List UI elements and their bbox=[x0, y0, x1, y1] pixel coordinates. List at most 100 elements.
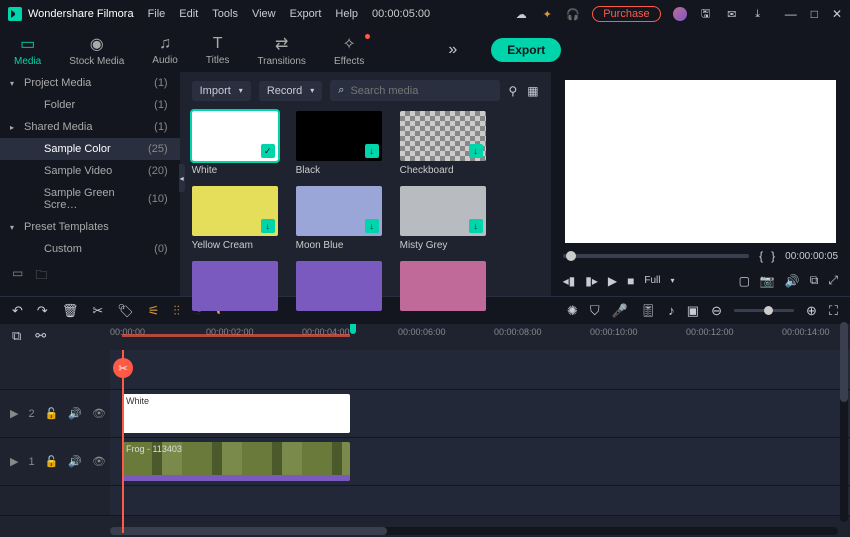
fullscreen-icon[interactable]: ⤢ bbox=[828, 273, 838, 288]
mute-icon[interactable]: 🔊 bbox=[68, 455, 82, 468]
minimize-button[interactable]: — bbox=[785, 7, 797, 21]
playhead[interactable]: ✂ bbox=[122, 350, 124, 533]
expand-tabs-button[interactable]: » bbox=[448, 41, 457, 59]
lock-icon[interactable]: 🔓 bbox=[45, 407, 59, 420]
track-video-icon[interactable]: ▶ bbox=[10, 455, 18, 468]
sidebar-item[interactable]: Sample Video(20) bbox=[0, 160, 180, 182]
snapshot-icon[interactable]: 📷 bbox=[760, 274, 775, 288]
undo-button[interactable]: ↶ bbox=[12, 303, 23, 319]
audio-wave-icon[interactable]: ⫶⫶ bbox=[173, 303, 180, 319]
folder-icon[interactable]: 🗀 bbox=[35, 266, 47, 287]
zoom-in-button[interactable]: ⊕ bbox=[806, 303, 817, 319]
import-dropdown[interactable]: Import▾ bbox=[192, 81, 251, 101]
prev-frame-button[interactable]: ◂▮ bbox=[563, 274, 576, 288]
tab-audio[interactable]: ♫Audio bbox=[148, 33, 182, 68]
menu-edit[interactable]: Edit bbox=[179, 8, 198, 20]
menu-tools[interactable]: Tools bbox=[212, 8, 238, 20]
filter-icon[interactable]: ⚲ bbox=[508, 84, 517, 98]
record-dropdown[interactable]: Record▾ bbox=[259, 81, 322, 101]
purchase-button[interactable]: Purchase bbox=[592, 6, 660, 22]
media-thumb[interactable]: ✓White bbox=[192, 111, 278, 176]
media-thumb[interactable]: ↓Moon Blue bbox=[296, 186, 382, 251]
media-thumb[interactable] bbox=[296, 261, 382, 315]
cut-button[interactable]: ✂ bbox=[92, 303, 103, 319]
play-button[interactable]: ▶ bbox=[608, 274, 617, 288]
sidebar-item[interactable]: ▸Shared Media(1) bbox=[0, 116, 180, 138]
clip-frog[interactable]: Frog - 113403 bbox=[122, 442, 350, 481]
cloud-icon[interactable]: ☁ bbox=[514, 7, 528, 21]
sidebar-item[interactable]: Sample Color(25) bbox=[0, 138, 180, 160]
visibility-icon[interactable]: 👁 bbox=[92, 407, 106, 420]
search-field[interactable]: ⌕ bbox=[330, 80, 500, 101]
adjust-icon[interactable]: ⚟ bbox=[148, 303, 160, 319]
sidebar-item[interactable]: Folder(1) bbox=[0, 94, 180, 116]
preview-seek-slider[interactable] bbox=[563, 254, 750, 258]
render-icon[interactable]: ✺ bbox=[567, 303, 578, 319]
marker-icon[interactable]: ▣ bbox=[687, 303, 699, 319]
tag-button[interactable]: 🏷 bbox=[117, 303, 134, 319]
download-icon[interactable]: ⤓ bbox=[751, 7, 765, 21]
track-video-icon[interactable]: ▶ bbox=[10, 407, 18, 420]
sidebar-item[interactable]: ▾Project Media(1) bbox=[0, 72, 180, 94]
sidebar-collapse-handle[interactable]: ◂ bbox=[179, 164, 185, 192]
tab-titles[interactable]: TTitles bbox=[202, 33, 234, 68]
zoom-fit-button[interactable]: ⛶ bbox=[829, 303, 838, 319]
new-folder-icon[interactable]: ▭ bbox=[12, 266, 23, 287]
shield-icon[interactable]: ⛉ bbox=[590, 303, 600, 319]
media-thumb[interactable]: ↓Checkboard bbox=[400, 111, 486, 176]
lock-icon[interactable]: 🔓 bbox=[45, 455, 59, 468]
menu-view[interactable]: View bbox=[252, 8, 276, 20]
mixer-icon[interactable]: 🎚 bbox=[640, 303, 657, 319]
preview-canvas[interactable] bbox=[565, 80, 836, 243]
pip-icon[interactable]: ⧉ bbox=[810, 273, 819, 288]
volume-icon[interactable]: 🔊 bbox=[785, 274, 800, 288]
quality-label[interactable]: Full bbox=[644, 275, 660, 286]
sidebar-item[interactable]: Custom(0) bbox=[0, 238, 180, 260]
scissor-icon[interactable]: ✂ bbox=[113, 358, 133, 378]
tab-effects[interactable]: ✧Effects bbox=[330, 32, 368, 69]
tab-stock-media[interactable]: ◉Stock Media bbox=[65, 32, 128, 69]
step-back-button[interactable]: ▮▸ bbox=[585, 274, 598, 288]
sidebar-item[interactable]: Sample Green Scre…(10) bbox=[0, 182, 180, 216]
redo-button[interactable]: ↷ bbox=[37, 303, 48, 319]
range-end-handle[interactable] bbox=[350, 324, 356, 334]
media-thumb[interactable]: ↓Misty Grey bbox=[400, 186, 486, 251]
headset-icon[interactable]: 🎧 bbox=[566, 7, 580, 21]
chain-icon[interactable]: ⚯ bbox=[35, 328, 46, 344]
sidebar-item[interactable]: ▾Preset Templates bbox=[0, 216, 180, 238]
zoom-out-button[interactable]: ⊖ bbox=[711, 303, 722, 319]
tab-transitions[interactable]: ⇄Transitions bbox=[253, 32, 310, 69]
stop-button[interactable]: ■ bbox=[627, 274, 634, 288]
maximize-button[interactable]: □ bbox=[811, 7, 818, 21]
timeline-v-scrollbar[interactable] bbox=[840, 322, 848, 522]
visibility-icon[interactable]: 👁 bbox=[92, 455, 106, 468]
export-button[interactable]: Export bbox=[491, 38, 561, 62]
mark-out-button[interactable]: } bbox=[771, 249, 775, 263]
grid-view-icon[interactable]: ▦ bbox=[527, 84, 538, 98]
sparkle-icon[interactable]: ✦ bbox=[540, 7, 554, 21]
save-icon[interactable]: 🖫 bbox=[699, 7, 713, 21]
tab-media[interactable]: ▭Media bbox=[10, 32, 45, 69]
media-thumb[interactable]: ↓Yellow Cream bbox=[192, 186, 278, 251]
menu-file[interactable]: File bbox=[148, 8, 166, 20]
timeline-ruler[interactable]: ⧉ ⚯ 00:00:0000:00:02:0000:00:04:0000:00:… bbox=[0, 324, 850, 350]
music-icon[interactable]: ♪ bbox=[668, 303, 675, 318]
mark-in-button[interactable]: { bbox=[759, 249, 763, 263]
menu-help[interactable]: Help bbox=[335, 8, 358, 20]
media-thumb[interactable] bbox=[192, 261, 278, 315]
mail-icon[interactable]: ✉ bbox=[725, 7, 739, 21]
media-thumb[interactable] bbox=[400, 261, 486, 315]
clip-white[interactable]: White bbox=[122, 394, 350, 433]
mic-icon[interactable]: 🎤 bbox=[612, 303, 628, 319]
profile-icon[interactable] bbox=[673, 7, 687, 21]
mute-icon[interactable]: 🔊 bbox=[68, 407, 82, 420]
zoom-slider[interactable] bbox=[734, 309, 794, 312]
link-icon[interactable]: ⧉ bbox=[12, 328, 21, 344]
media-thumb[interactable]: ↓Black bbox=[296, 111, 382, 176]
display-icon[interactable]: ▢ bbox=[739, 274, 750, 288]
search-input[interactable] bbox=[350, 85, 492, 97]
close-button[interactable]: ✕ bbox=[832, 7, 842, 21]
delete-button[interactable]: 🗑 bbox=[62, 303, 79, 319]
timeline-h-scrollbar[interactable] bbox=[110, 527, 838, 535]
menu-export[interactable]: Export bbox=[290, 8, 322, 20]
